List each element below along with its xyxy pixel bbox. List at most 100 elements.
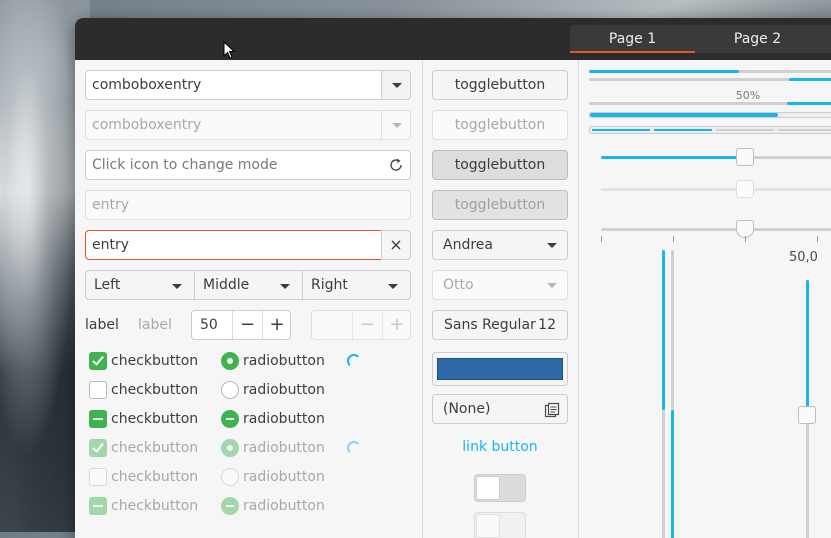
scale-track (601, 156, 831, 159)
radiobutton-label: radiobutton (243, 353, 325, 369)
checkbutton-checked-disabled (89, 439, 107, 457)
togglebutton-active-disabled: togglebutton (432, 190, 568, 220)
combo-left[interactable]: Left (86, 271, 195, 301)
switch-knob (476, 514, 500, 538)
combobox-entry[interactable]: comboboxentry (85, 70, 411, 100)
radiobutton-label: radiobutton (243, 469, 325, 485)
checkbutton-unchecked[interactable] (89, 381, 107, 399)
switch-disabled (474, 512, 526, 538)
chevron-down-icon (172, 284, 182, 289)
font-button[interactable]: Sans Regular 12 (432, 310, 568, 340)
checkbutton-label: checkbutton (111, 411, 199, 427)
radiobutton-inconsistent-disabled (221, 497, 239, 515)
plus-icon: + (269, 314, 285, 335)
icon-entry[interactable]: Click icon to change mode (85, 150, 411, 180)
entry-focused-text: entry (92, 237, 130, 253)
chevron-down-icon (391, 83, 402, 88)
chevron-down-icon (391, 123, 402, 128)
checkbutton-label: checkbutton (111, 353, 199, 369)
chevron-down-icon (280, 284, 290, 289)
segmented-combo-row: Left Middle Right (85, 270, 411, 301)
scale-mark (817, 236, 818, 242)
combo-andrea[interactable]: Andrea (432, 230, 568, 260)
clear-entry-button[interactable] (381, 230, 411, 260)
link-button[interactable]: link button (432, 439, 568, 455)
refresh-icon[interactable] (388, 157, 404, 173)
page-switcher: Page 1 Page 2 (570, 25, 831, 53)
checkbutton-unchecked-disabled (89, 468, 107, 486)
chevron-down-icon (388, 284, 398, 289)
icon-entry-placeholder: Click icon to change mode (92, 157, 278, 173)
combo-right[interactable]: Right (303, 271, 410, 301)
chevron-down-icon (547, 283, 557, 288)
font-name: Sans Regular (444, 317, 536, 333)
progress-bar-thick (589, 112, 831, 118)
vertical-progress-bar (662, 250, 665, 538)
file-chooser-button[interactable]: (None) (432, 394, 568, 424)
switch[interactable] (474, 474, 526, 502)
color-button[interactable] (432, 352, 568, 386)
radiobutton-label: radiobutton (243, 382, 325, 398)
combo-middle-label: Middle (203, 277, 250, 293)
decrement-button[interactable]: − (232, 311, 262, 339)
column-separator (578, 60, 579, 538)
radiobutton-label: radiobutton (243, 498, 325, 514)
checkbutton-checked[interactable] (89, 352, 107, 370)
scale-slider[interactable] (736, 148, 754, 166)
progress-percent-label: 50% (735, 89, 761, 102)
checkbutton-inconsistent[interactable] (89, 410, 107, 428)
combobox-dropdown-button (381, 111, 410, 139)
label: label (85, 317, 119, 333)
header-bar: Page 1 Page 2 (75, 18, 831, 60)
radiobutton-unselected-disabled (221, 468, 239, 486)
radiobutton-selected[interactable] (221, 352, 239, 370)
progress-bar-indeterminate (589, 78, 831, 81)
increment-button[interactable]: + (262, 311, 290, 339)
check-icon (92, 440, 104, 453)
column-separator (422, 60, 423, 538)
chevron-down-icon (547, 243, 557, 248)
checkbutton-label: checkbutton (111, 498, 199, 514)
minus-icon: − (359, 314, 376, 335)
label-disabled: label (138, 317, 172, 333)
progress-bar-text (589, 102, 831, 105)
entry-focused[interactable]: entry (85, 230, 382, 260)
scale-track-disabled (601, 188, 831, 191)
widget-factory-window: Page 1 Page 2 comboboxentry comboboxentr… (75, 18, 831, 538)
combobox-entry-text: comboboxentry (92, 117, 202, 133)
color-swatch (437, 358, 563, 380)
spin-button-value: 50 (200, 317, 218, 333)
combo-right-label: Right (311, 277, 348, 293)
progress-bar (589, 70, 831, 73)
radiobutton-label: radiobutton (243, 440, 325, 456)
close-icon (391, 240, 401, 250)
radiobutton-inconsistent[interactable] (221, 410, 239, 428)
switch-knob[interactable] (476, 476, 500, 500)
increment-button: + (382, 311, 410, 339)
plus-icon: + (389, 314, 405, 335)
checkbutton-label: checkbutton (111, 469, 199, 485)
scale-mark (601, 236, 602, 242)
vertical-scale-slider[interactable] (798, 406, 816, 424)
combobox-dropdown-button[interactable] (381, 71, 410, 99)
decrement-button: − (352, 311, 382, 339)
spin-button[interactable]: 50 − + (191, 310, 291, 340)
minus-icon: − (239, 314, 256, 335)
level-bar (589, 126, 831, 134)
checkbutton-label: checkbutton (111, 440, 199, 456)
radiobutton-label: radiobutton (243, 411, 325, 427)
combo-otto-disabled: Otto (432, 270, 568, 300)
combo-middle[interactable]: Middle (195, 271, 303, 301)
togglebutton[interactable]: togglebutton (432, 70, 568, 100)
combo-andrea-label: Andrea (443, 237, 493, 253)
scale-slider-disabled (736, 180, 754, 198)
tab-page-2[interactable]: Page 2 (695, 25, 820, 53)
page-1-content: comboboxentry comboboxentry Click icon t… (75, 60, 831, 538)
minus-icon (93, 505, 103, 507)
radiobutton-unselected[interactable] (221, 381, 239, 399)
togglebutton-active[interactable]: togglebutton (432, 150, 568, 180)
tab-page-1[interactable]: Page 1 (570, 25, 695, 53)
entry-disabled: entry (85, 190, 411, 220)
entry-disabled-placeholder: entry (92, 197, 130, 213)
checkbutton-inconsistent-disabled (89, 497, 107, 515)
